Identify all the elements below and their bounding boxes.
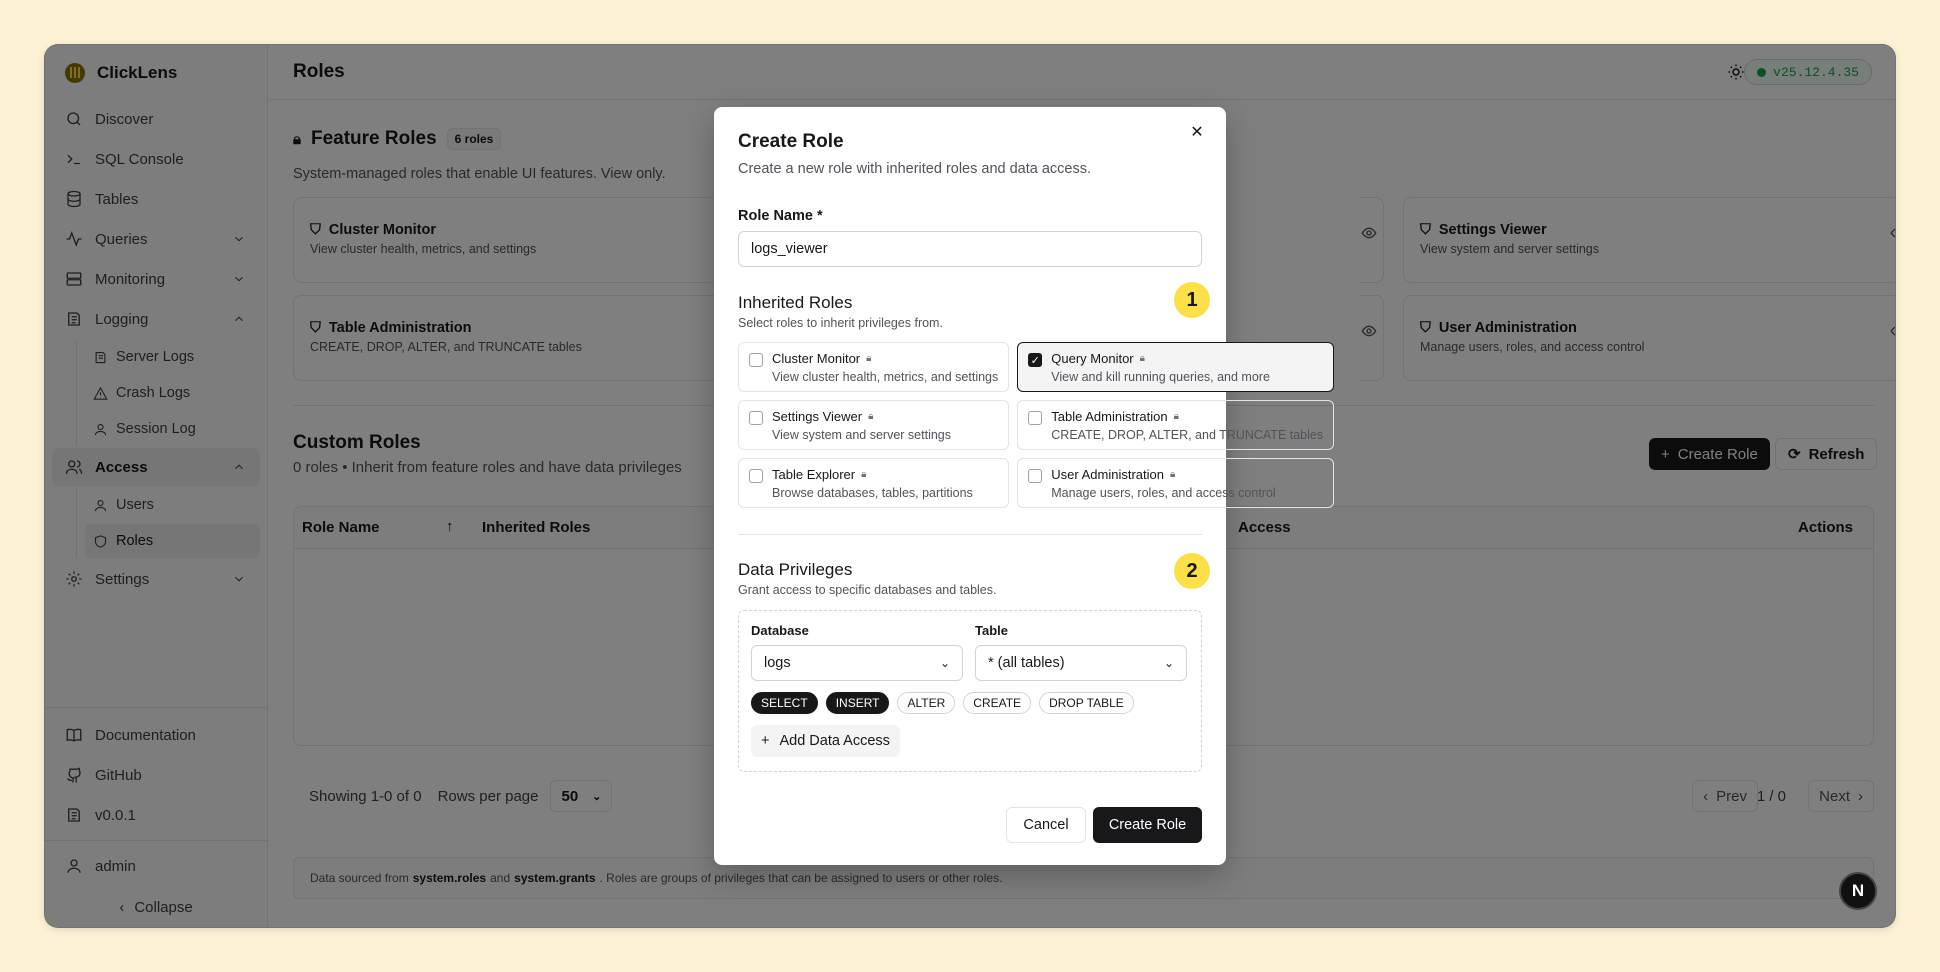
table-select[interactable]: * (all tables) ⌄ xyxy=(975,645,1187,681)
lock-icon: 🔒︎ xyxy=(866,353,872,364)
role-option-table-administration[interactable]: Table Administration 🔒︎ CREATE, DROP, ALT… xyxy=(1017,400,1335,450)
role-option-name: Settings Viewer xyxy=(772,409,863,424)
inherited-roles-grid: Cluster Monitor 🔒︎ View cluster health, m… xyxy=(738,342,1335,508)
role-checkbox[interactable] xyxy=(1028,411,1043,425)
role-option-name: Query Monitor xyxy=(1051,351,1134,366)
table-value: * (all tables) xyxy=(988,655,1065,671)
role-option-desc: View cluster health, metrics, and settin… xyxy=(772,370,999,384)
next-dev-indicator[interactable]: N xyxy=(1839,872,1877,910)
privilege-chip-create[interactable]: CREATE xyxy=(963,692,1032,714)
dialog-title: Create Role xyxy=(738,131,844,152)
role-option-name: Table Explorer xyxy=(772,467,856,482)
dialog-subtitle: Create a new role with inherited roles a… xyxy=(738,161,1092,177)
lock-icon: 🔒︎ xyxy=(868,411,874,422)
plus-icon: + xyxy=(761,733,770,749)
role-checkbox-checked[interactable]: ✓ xyxy=(1028,353,1043,367)
chevron-down-icon: ⌄ xyxy=(939,656,950,670)
data-privileges-hint: Grant access to specific databases and t… xyxy=(738,583,997,597)
cancel-button[interactable]: Cancel xyxy=(1006,807,1086,843)
privilege-chips: SELECT INSERT ALTER CREATE DROP TABLE xyxy=(751,692,1134,714)
close-icon[interactable]: ✕ xyxy=(1188,123,1206,141)
role-option-settings-viewer[interactable]: Settings Viewer 🔒︎ View system and server… xyxy=(738,400,1010,450)
chevron-down-icon: ⌄ xyxy=(1163,656,1174,670)
role-option-desc: Browse databases, tables, partitions xyxy=(772,486,973,500)
lock-icon: 🔒︎ xyxy=(1139,353,1145,364)
role-name-label: Role Name * xyxy=(738,208,823,224)
role-checkbox[interactable] xyxy=(749,469,763,483)
role-option-name: User Administration xyxy=(1051,467,1164,482)
role-option-query-monitor[interactable]: ✓ Query Monitor 🔒︎ View and kill running … xyxy=(1017,342,1335,392)
database-value: logs xyxy=(764,655,791,671)
submit-create-role-button[interactable]: Create Role xyxy=(1093,807,1202,843)
inherited-roles-title: Inherited Roles xyxy=(738,293,853,312)
role-option-desc: Manage users, roles, and access control xyxy=(1051,486,1276,500)
lock-icon: 🔒︎ xyxy=(1173,411,1179,422)
role-option-cluster-monitor[interactable]: Cluster Monitor 🔒︎ View cluster health, m… xyxy=(738,342,1010,392)
role-option-desc: CREATE, DROP, ALTER, and TRUNCATE tables xyxy=(1051,428,1324,442)
role-option-table-explorer[interactable]: Table Explorer 🔒︎ Browse databases, table… xyxy=(738,458,1010,508)
role-option-name: Table Administration xyxy=(1051,409,1168,424)
role-checkbox[interactable] xyxy=(1028,469,1043,483)
button-label: Add Data Access xyxy=(779,733,890,749)
privilege-chip-insert[interactable]: INSERT xyxy=(825,692,890,714)
step-marker-2: 2 xyxy=(1174,553,1210,589)
data-privileges-header: Data Privileges Grant access to specific… xyxy=(738,560,996,597)
privilege-chip-drop-table[interactable]: DROP TABLE xyxy=(1039,692,1134,714)
role-option-desc: View system and server settings xyxy=(772,428,952,442)
lock-icon: 🔒︎ xyxy=(1169,469,1176,480)
privilege-chip-alter[interactable]: ALTER xyxy=(897,692,956,714)
data-privileges-title: Data Privileges xyxy=(738,560,853,579)
role-option-user-administration[interactable]: User Administration 🔒︎ Manage users, role… xyxy=(1017,458,1335,508)
role-checkbox[interactable] xyxy=(749,411,763,425)
role-name-input[interactable]: logs_viewer xyxy=(738,231,1202,267)
add-data-access-button[interactable]: + Add Data Access xyxy=(751,725,900,757)
privilege-chip-select[interactable]: SELECT xyxy=(751,692,818,714)
data-access-entry: Database logs ⌄ Table * (all tables) ⌄ S… xyxy=(738,610,1202,772)
inherited-roles-hint: Select roles to inherit privileges from. xyxy=(738,316,943,330)
inherited-roles-header: Inherited Roles Select roles to inherit … xyxy=(738,293,943,330)
divider xyxy=(738,534,1202,535)
lock-icon: 🔒︎ xyxy=(861,469,867,480)
database-label: Database xyxy=(751,623,809,638)
role-option-name: Cluster Monitor xyxy=(772,351,861,366)
step-marker-1: 1 xyxy=(1174,282,1210,318)
role-option-desc: View and kill running queries, and more xyxy=(1051,370,1270,384)
database-select[interactable]: logs ⌄ xyxy=(751,645,963,681)
create-role-dialog: Create Role Create a new role with inher… xyxy=(714,107,1335,865)
table-label: Table xyxy=(975,623,1008,638)
role-checkbox[interactable] xyxy=(749,353,763,367)
